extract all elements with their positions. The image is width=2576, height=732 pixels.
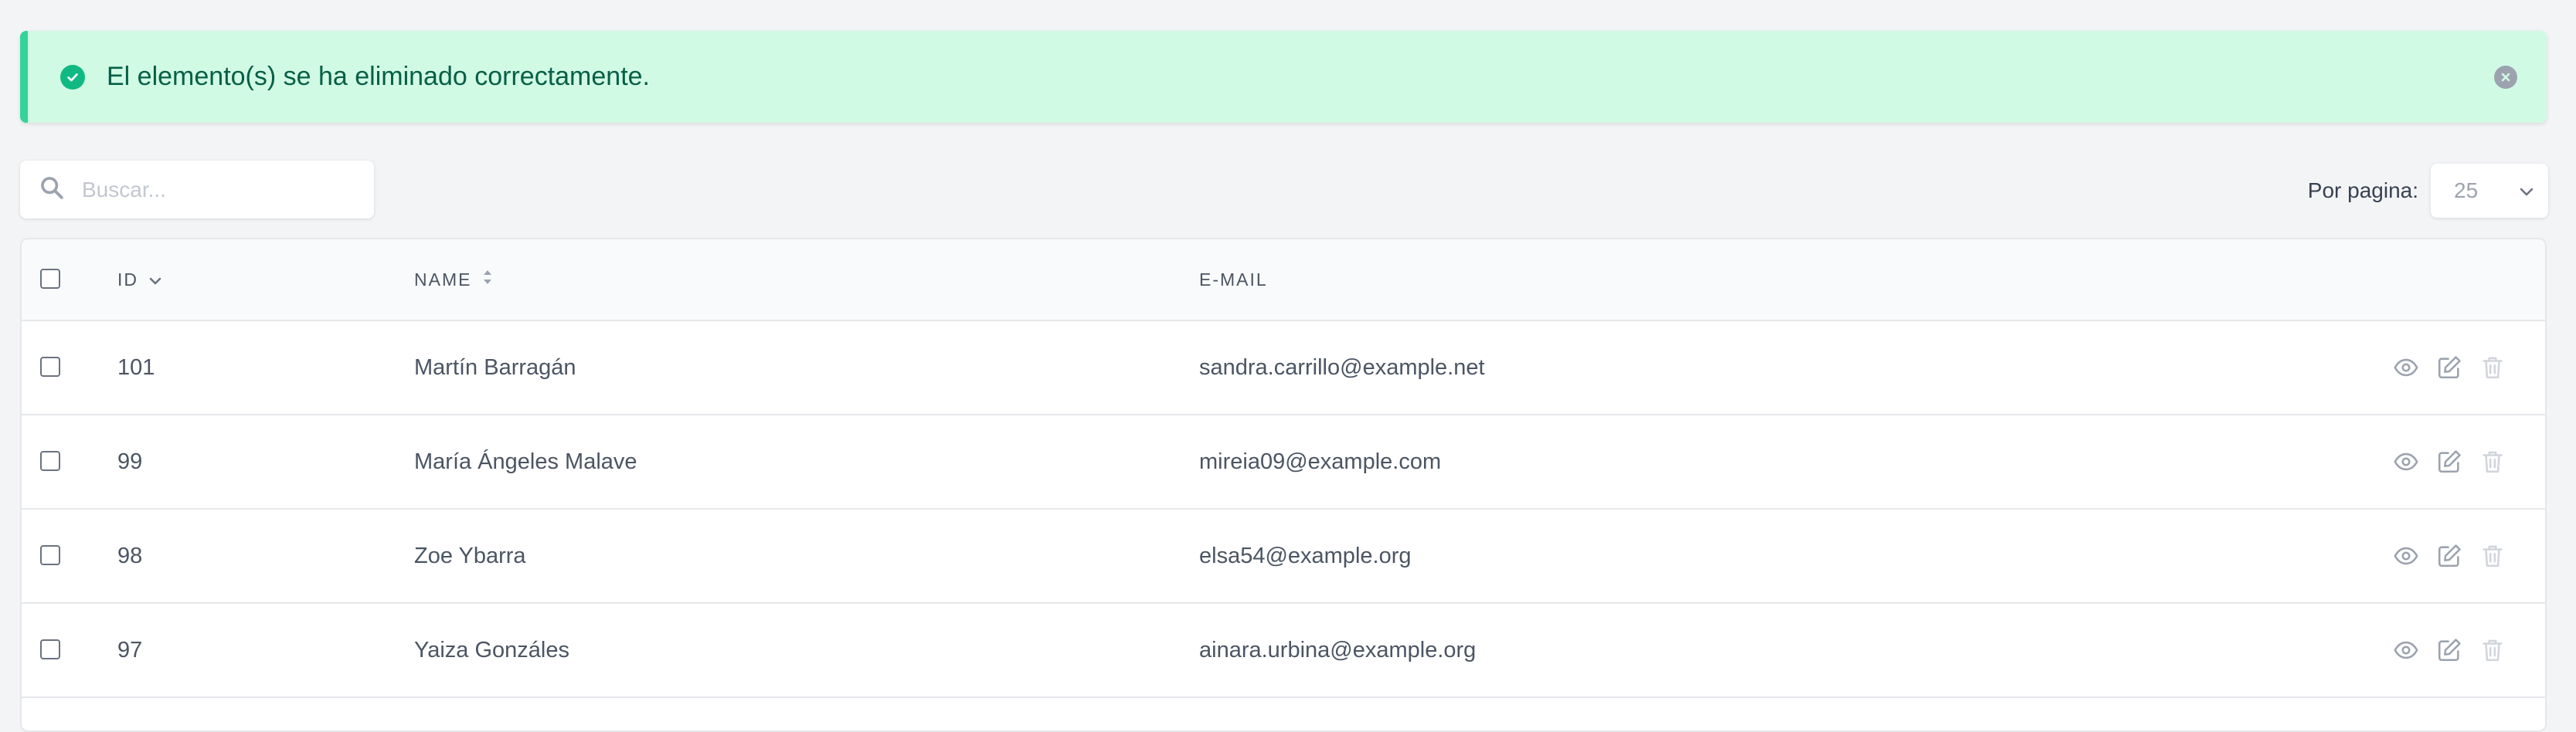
- edit-icon[interactable]: [2435, 542, 2463, 570]
- row-checkbox[interactable]: [40, 357, 60, 377]
- cell-name: Zoe Ybarra: [414, 543, 526, 568]
- cell-name: María Ángeles Malave: [414, 449, 637, 474]
- chevron-down-icon: [2519, 178, 2534, 203]
- column-header-name[interactable]: NAME: [414, 267, 493, 292]
- table-row: 101 Martín Barragán sandra.carrillo@exampl…: [22, 321, 2545, 415]
- close-circle-icon[interactable]: [2494, 65, 2517, 89]
- view-icon[interactable]: [2392, 354, 2420, 381]
- row-checkbox[interactable]: [40, 451, 60, 471]
- column-label-name: NAME: [414, 269, 472, 290]
- row-checkbox[interactable]: [40, 639, 60, 659]
- column-label-email: E-MAIL: [1199, 269, 1268, 290]
- cell-name: Martín Barragán: [414, 354, 576, 380]
- per-page-select[interactable]: 25: [2431, 164, 2548, 218]
- cell-email: elsa54@example.org: [1199, 543, 1412, 568]
- delete-icon[interactable]: [2479, 354, 2506, 381]
- cell-id: 97: [117, 637, 143, 663]
- per-page-control: Por pagina: 25: [2308, 164, 2548, 218]
- delete-icon[interactable]: [2479, 448, 2506, 476]
- cell-id: 101: [117, 354, 155, 380]
- table-header: ID NAME E-MAIL: [22, 239, 2545, 321]
- select-all-checkbox[interactable]: [40, 269, 60, 289]
- search-box: [20, 161, 374, 219]
- row-actions: [2392, 321, 2506, 414]
- cell-email: ainara.urbina@example.org: [1199, 637, 1477, 663]
- column-header-email: E-MAIL: [1199, 269, 1268, 290]
- view-icon[interactable]: [2392, 448, 2420, 476]
- cell-name: Yaiza Gonzáles: [414, 637, 569, 663]
- delete-icon[interactable]: [2479, 636, 2506, 664]
- delete-icon[interactable]: [2479, 542, 2506, 570]
- view-icon[interactable]: [2392, 636, 2420, 664]
- cell-email: mireia09@example.com: [1199, 449, 1442, 474]
- edit-icon[interactable]: [2435, 448, 2463, 476]
- row-actions: [2392, 604, 2506, 696]
- column-header-id[interactable]: ID: [117, 269, 161, 290]
- cell-email: sandra.carrillo@example.net: [1199, 354, 1485, 380]
- edit-icon[interactable]: [2435, 354, 2463, 381]
- cell-id: 99: [117, 449, 143, 474]
- alert-message: El elemento(s) se ha eliminado correctam…: [107, 62, 650, 91]
- search-icon: [39, 175, 65, 205]
- sort-icon: [482, 267, 493, 292]
- table-row: 98 Zoe Ybarra elsa54@example.org: [22, 510, 2545, 604]
- table-row: 99 María Ángeles Malave mireia09@example.c…: [22, 415, 2545, 510]
- users-table: ID NAME E-MAIL 101 Martín Barragán sandra.…: [20, 238, 2547, 732]
- view-icon[interactable]: [2392, 542, 2420, 570]
- per-page-value: 25: [2454, 178, 2479, 202]
- success-alert: El elemento(s) se ha eliminado correctam…: [20, 31, 2547, 123]
- cell-id: 98: [117, 543, 143, 568]
- check-circle-icon: [60, 64, 85, 90]
- row-actions: [2392, 510, 2506, 602]
- edit-icon[interactable]: [2435, 636, 2463, 664]
- search-input[interactable]: [80, 176, 359, 203]
- per-page-label: Por pagina:: [2307, 178, 2418, 202]
- row-checkbox[interactable]: [40, 545, 60, 565]
- column-label-id: ID: [117, 269, 138, 290]
- table-row: 97 Yaiza Gonzáles ainara.urbina@example.or…: [22, 604, 2545, 698]
- row-actions: [2392, 415, 2506, 508]
- sort-desc-icon: [149, 269, 161, 290]
